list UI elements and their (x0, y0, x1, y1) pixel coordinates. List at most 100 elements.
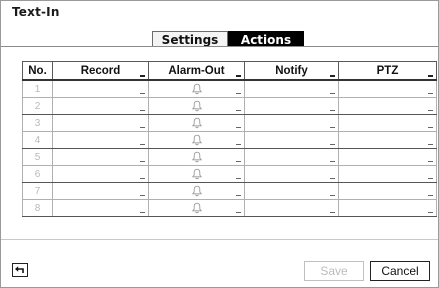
cell-dropdown-icon (428, 92, 433, 94)
ptz-cell[interactable] (338, 182, 437, 200)
notify-cell[interactable] (244, 165, 339, 183)
cell-dropdown-icon (236, 177, 241, 179)
cell-dropdown-icon (330, 109, 335, 111)
save-button[interactable]: Save (304, 261, 364, 281)
alarm-out-cell[interactable] (148, 199, 245, 217)
table-row: 3 (22, 114, 437, 132)
text-in-dialog: Text-In Settings Actions No. Record Alar… (0, 0, 439, 288)
notify-cell[interactable] (244, 182, 339, 200)
cell-dropdown-icon (140, 126, 145, 128)
notify-cell[interactable] (244, 199, 339, 217)
bell-icon (191, 185, 202, 197)
row-number: 7 (22, 182, 53, 200)
cell-dropdown-icon (236, 126, 241, 128)
table-row: 5 (22, 148, 437, 166)
column-dropdown-icon (140, 74, 145, 77)
cell-dropdown-icon (236, 160, 241, 162)
notify-cell[interactable] (244, 148, 339, 166)
record-cell[interactable] (52, 131, 149, 149)
record-cell[interactable] (52, 114, 149, 132)
column-header-alarm-out[interactable]: Alarm-Out (148, 61, 245, 81)
row-number: 1 (22, 79, 53, 98)
cell-dropdown-icon (428, 194, 433, 196)
cell-dropdown-icon (428, 160, 433, 162)
bell-icon (191, 151, 202, 163)
cancel-button[interactable]: Cancel (370, 261, 430, 281)
actions-table: No. Record Alarm-Out Notify PTZ 12345678 (22, 61, 437, 217)
tab-actions[interactable]: Actions (228, 31, 304, 47)
cell-dropdown-icon (330, 194, 335, 196)
tab-settings[interactable]: Settings (152, 31, 228, 47)
ptz-cell[interactable] (338, 199, 437, 217)
ptz-cell[interactable] (338, 97, 437, 115)
cell-dropdown-icon (140, 211, 145, 213)
alarm-out-cell[interactable] (148, 148, 245, 166)
bell-icon (191, 134, 202, 146)
ptz-cell[interactable] (338, 114, 437, 132)
alarm-out-cell[interactable] (148, 131, 245, 149)
cell-dropdown-icon (236, 211, 241, 213)
column-dropdown-icon (236, 74, 241, 77)
bell-icon (191, 83, 202, 95)
alarm-out-cell[interactable] (148, 97, 245, 115)
cell-dropdown-icon (330, 143, 335, 145)
cell-dropdown-icon (140, 177, 145, 179)
cell-dropdown-icon (236, 194, 241, 196)
table-row: 6 (22, 165, 437, 183)
cell-dropdown-icon (330, 126, 335, 128)
record-cell[interactable] (52, 97, 149, 115)
cell-dropdown-icon (140, 109, 145, 111)
bell-icon (191, 168, 202, 180)
cell-dropdown-icon (428, 109, 433, 111)
column-header-record[interactable]: Record (52, 61, 149, 81)
column-header-no: No. (22, 61, 53, 81)
column-dropdown-icon (428, 74, 433, 77)
table-row: 4 (22, 131, 437, 149)
record-cell[interactable] (52, 148, 149, 166)
column-dropdown-icon (330, 74, 335, 77)
cell-dropdown-icon (140, 92, 145, 94)
cell-dropdown-icon (428, 143, 433, 145)
back-arrow-icon (15, 266, 24, 273)
notify-cell[interactable] (244, 114, 339, 132)
ptz-cell[interactable] (338, 79, 437, 98)
record-cell[interactable] (52, 165, 149, 183)
row-number: 5 (22, 148, 53, 166)
cell-dropdown-icon (140, 143, 145, 145)
cell-dropdown-icon (236, 109, 241, 111)
tab-divider (1, 46, 438, 47)
column-header-ptz[interactable]: PTZ (338, 61, 437, 81)
cell-dropdown-icon (330, 92, 335, 94)
cell-dropdown-icon (428, 126, 433, 128)
alarm-out-cell[interactable] (148, 114, 245, 132)
notify-cell[interactable] (244, 79, 339, 98)
back-button[interactable] (12, 263, 28, 277)
cell-dropdown-icon (330, 160, 335, 162)
table-row: 7 (22, 182, 437, 200)
row-number: 8 (22, 199, 53, 217)
table-header-row: No. Record Alarm-Out Notify PTZ (22, 61, 437, 81)
cell-dropdown-icon (140, 194, 145, 196)
table-row: 8 (22, 199, 437, 217)
notify-cell[interactable] (244, 131, 339, 149)
cell-dropdown-icon (428, 177, 433, 179)
alarm-out-cell[interactable] (148, 79, 245, 98)
record-cell[interactable] (52, 199, 149, 217)
ptz-cell[interactable] (338, 131, 437, 149)
cell-dropdown-icon (140, 160, 145, 162)
ptz-cell[interactable] (338, 165, 437, 183)
cell-dropdown-icon (236, 92, 241, 94)
record-cell[interactable] (52, 79, 149, 98)
row-number: 6 (22, 165, 53, 183)
table-row: 1 (22, 79, 437, 98)
cell-dropdown-icon (330, 177, 335, 179)
row-number: 4 (22, 131, 53, 149)
record-cell[interactable] (52, 182, 149, 200)
alarm-out-cell[interactable] (148, 165, 245, 183)
cell-dropdown-icon (330, 211, 335, 213)
notify-cell[interactable] (244, 97, 339, 115)
ptz-cell[interactable] (338, 148, 437, 166)
column-header-notify[interactable]: Notify (244, 61, 339, 81)
alarm-out-cell[interactable] (148, 182, 245, 200)
cell-dropdown-icon (428, 211, 433, 213)
